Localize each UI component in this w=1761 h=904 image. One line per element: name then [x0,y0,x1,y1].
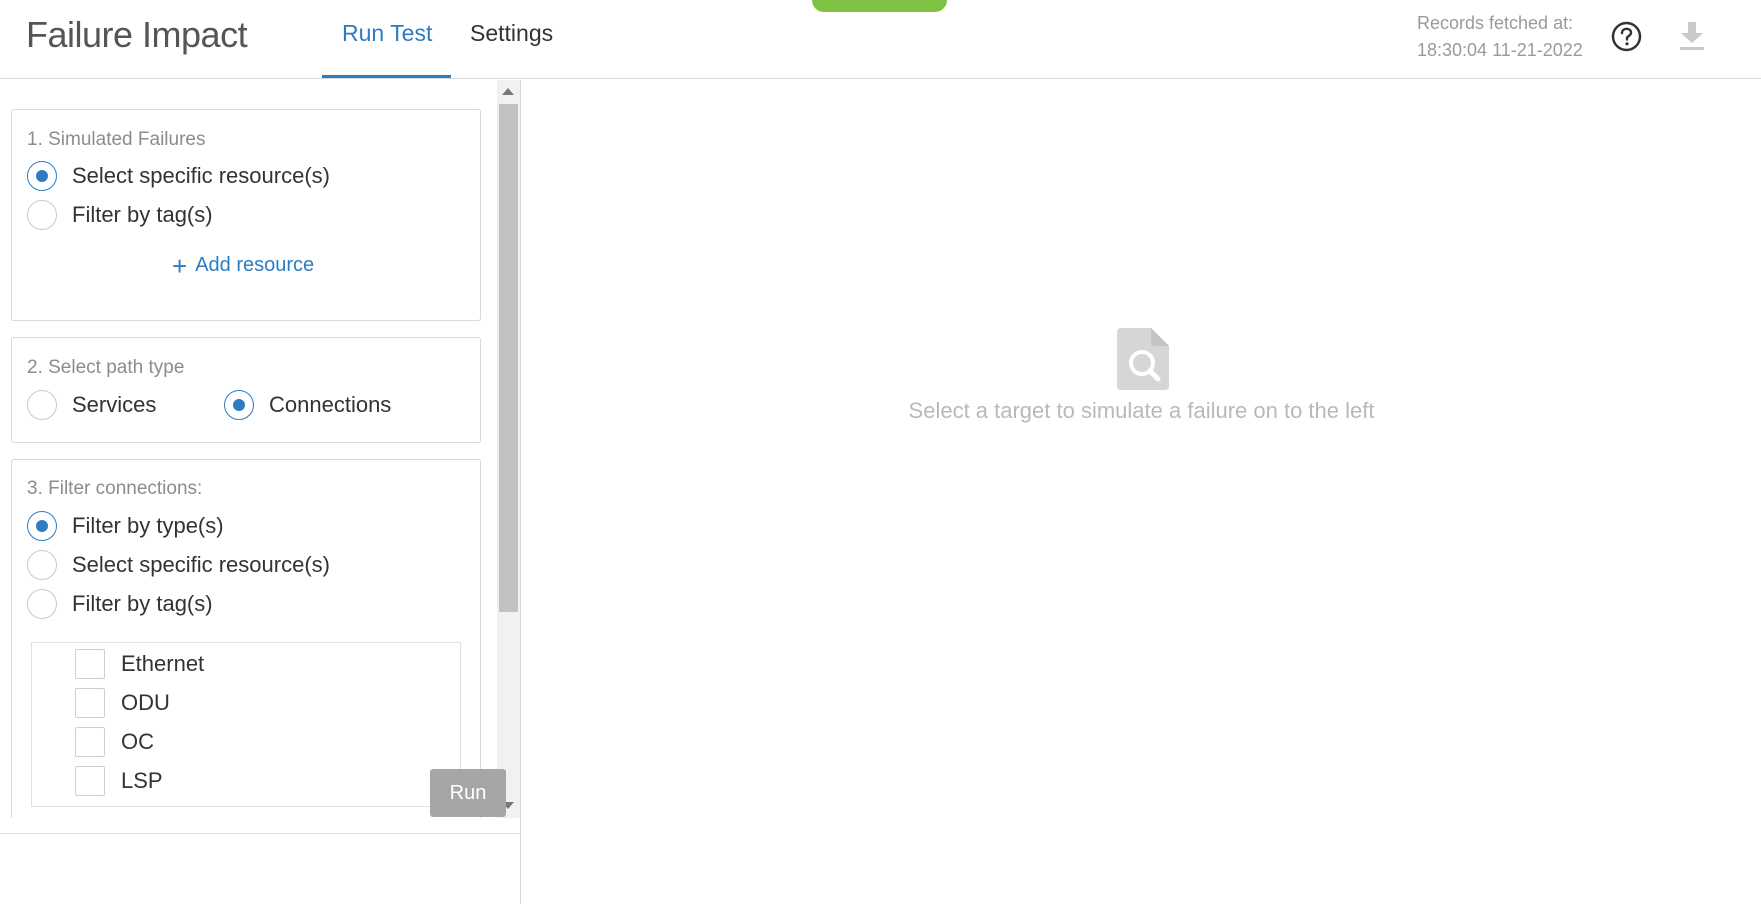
empty-state-message: Select a target to simulate a failure on… [908,398,1375,423]
filter-connections-title: 3. Filter connections: [27,478,203,499]
radio-button[interactable] [27,589,57,619]
vertical-scrollbar[interactable] [497,80,520,818]
radio-select-specific-resources[interactable]: Select specific resource(s) [27,160,330,192]
records-fetched-time: 18:30:04 11-21-2022 [1417,40,1583,60]
checkbox-label: LSP [121,768,163,793]
active-tab-indicator [322,75,451,78]
radio-services[interactable]: Services [27,389,156,421]
radio-label: Filter by type(s) [72,513,224,538]
radio-button[interactable] [27,511,57,541]
checkbox[interactable] [75,649,105,679]
checkbox-label: ODU [121,690,170,715]
records-fetched: Records fetched at: 18:30:04 11-21-2022 [1417,10,1583,64]
filter-connections-card: 3. Filter connections: Filter by type(s)… [11,459,481,818]
scroll-up-arrow-icon[interactable] [502,88,514,95]
radio-label: Connections [269,392,392,417]
app-title: Failure Impact [26,14,248,55]
connection-type-list: Ethernet ODU OC LSP [31,642,461,807]
radio-label: Filter by tag(s) [72,591,213,616]
config-scroll-area[interactable]: 1. Simulated Failures Select specific re… [0,80,497,818]
checkbox-label: Ethernet [121,651,205,676]
checkbox[interactable] [75,766,105,796]
checkbox[interactable] [75,688,105,718]
add-resource-label: Add resource [195,254,315,276]
checkbox-oc[interactable]: OC [75,726,154,758]
radio-button[interactable] [27,161,57,191]
status-pill[interactable] [812,0,947,12]
footer-divider [0,833,520,834]
radio-label: Select specific resource(s) [72,163,330,188]
document-search-icon [1117,328,1169,390]
run-button[interactable]: Run [430,769,506,817]
download-icon[interactable] [1677,20,1707,52]
radio-filter-by-tags-connections[interactable]: Filter by tag(s) [27,588,213,620]
path-type-title: 2. Select path type [27,357,185,378]
simulated-failures-title: 1. Simulated Failures [27,129,206,150]
radio-button[interactable] [27,390,57,420]
question-circle-icon[interactable] [1611,21,1642,52]
path-type-card: 2. Select path type Services Connections [11,337,481,443]
checkbox[interactable] [75,727,105,757]
tab-run-test[interactable]: Run Test [342,20,432,47]
radio-button[interactable] [224,390,254,420]
plus-icon: + [172,250,188,281]
add-resource-button[interactable]: + Add resource [172,250,315,281]
records-fetched-label: Records fetched at: [1417,13,1574,33]
checkbox-ethernet[interactable]: Ethernet [75,648,204,680]
radio-label: Services [72,392,157,417]
simulated-failures-card: 1. Simulated Failures Select specific re… [11,109,481,321]
tab-settings[interactable]: Settings [470,20,553,47]
results-panel: Select a target to simulate a failure on… [522,80,1761,904]
checkbox-lsp[interactable]: LSP [75,765,163,797]
checkbox-odu[interactable]: ODU [75,687,170,719]
top-bar: Failure Impact Run Test Settings Records… [0,0,1761,79]
radio-label: Filter by tag(s) [72,202,213,227]
radio-label: Select specific resource(s) [72,552,330,577]
radio-connections[interactable]: Connections [224,389,391,421]
radio-button[interactable] [27,550,57,580]
checkbox-label: OC [121,729,154,754]
radio-filter-by-types[interactable]: Filter by type(s) [27,510,224,542]
radio-select-specific-resources-connections[interactable]: Select specific resource(s) [27,549,330,581]
radio-button[interactable] [27,200,57,230]
scrollbar-thumb[interactable] [499,104,518,612]
radio-filter-by-tags[interactable]: Filter by tag(s) [27,199,213,231]
